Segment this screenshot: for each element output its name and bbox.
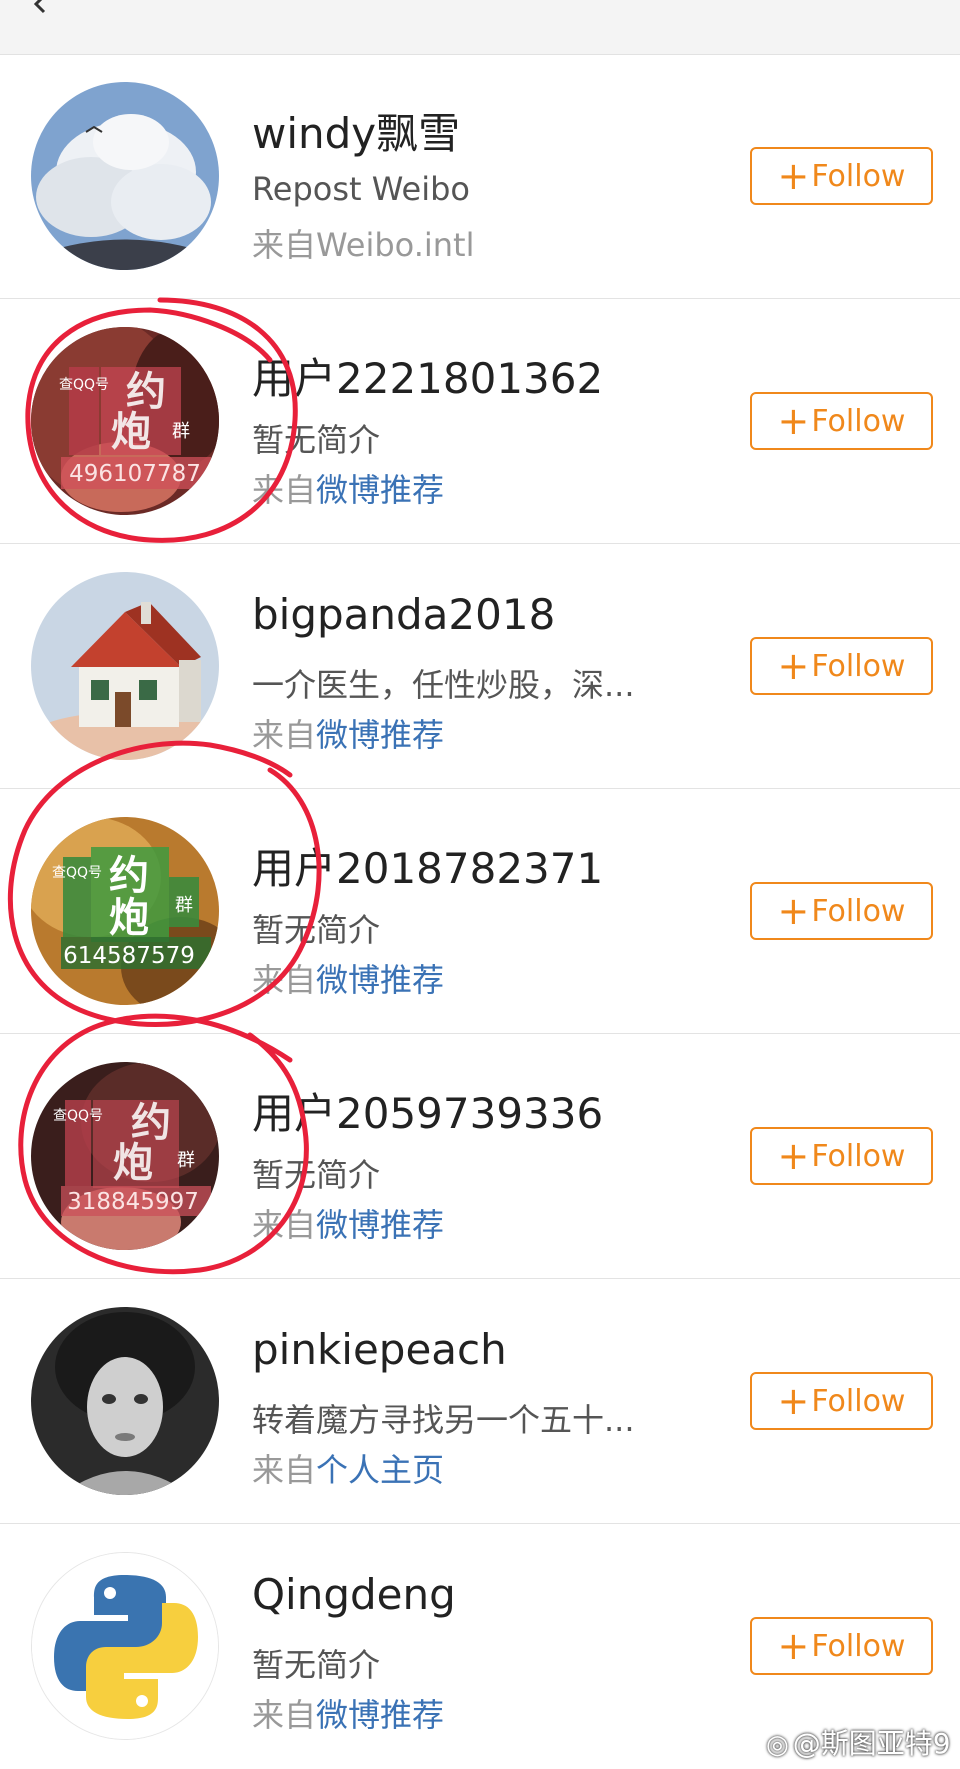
avatar-number: 496107787 xyxy=(69,461,201,487)
avatar-text-3: 群 xyxy=(177,1150,195,1171)
source-link[interactable]: 微博推荐 xyxy=(316,471,444,509)
user-bio: 暂无简介 xyxy=(252,1156,381,1194)
user-name[interactable]: 用户2221801362 xyxy=(252,345,603,406)
plus-icon: + xyxy=(777,154,810,198)
avatar[interactable] xyxy=(31,1552,219,1740)
user-name[interactable]: pinkiepeach xyxy=(252,1325,507,1374)
follow-label: Follow xyxy=(811,1383,906,1419)
source-link[interactable]: 个人主页 xyxy=(316,1451,444,1489)
user-bio: 暂无简介 xyxy=(252,421,381,459)
avatar[interactable]: 查QQ号 约 炮 群 496107787 xyxy=(31,327,219,515)
plus-icon: + xyxy=(777,399,810,443)
watermark: ◎ @斯图亚特9 xyxy=(766,1722,951,1762)
follow-button[interactable]: + Follow xyxy=(750,637,933,695)
list-item[interactable]: windy飘雪 Repost Weibo 来自Weibo.intl + Follo… xyxy=(0,54,960,299)
follow-label: Follow xyxy=(811,403,906,439)
source-prefix: 来自 xyxy=(252,1451,317,1489)
follow-label: Follow xyxy=(811,1138,906,1174)
user-source: 来自微博推荐 xyxy=(252,955,444,1001)
weibo-logo-icon: ◎ xyxy=(766,1730,789,1760)
follow-label: Follow xyxy=(811,648,906,684)
user-bio: Repost Weibo xyxy=(252,170,470,208)
follow-button[interactable]: + Follow xyxy=(750,1372,933,1430)
list-item[interactable]: pinkiepeach 转着魔方寻找另一个五十... 来自个人主页 + Follo… xyxy=(0,1279,960,1524)
source-link[interactable]: 微博推荐 xyxy=(316,716,444,754)
list-item[interactable]: bigpanda2018 一介医生，任性炒股，深... 来自微博推荐 + Foll… xyxy=(0,544,960,789)
plus-icon: + xyxy=(777,644,810,688)
follow-button[interactable]: + Follow xyxy=(750,392,933,450)
list-item[interactable]: 查QQ号 约 炮 群 496107787 用户2221801362 暂无简介 来… xyxy=(0,299,960,544)
list-item[interactable]: 查QQ号 约 炮 群 318845997 用户2059739336 暂无简介 来… xyxy=(0,1034,960,1279)
avatar[interactable] xyxy=(31,82,219,270)
user-name[interactable]: Qingdeng xyxy=(252,1570,456,1619)
follow-button[interactable]: + Follow xyxy=(750,1127,933,1185)
source-prefix: 来自 xyxy=(252,226,317,264)
source-link[interactable]: 微博推荐 xyxy=(316,1696,444,1734)
user-bio: 暂无简介 xyxy=(252,911,381,949)
list-item[interactable]: 查QQ号 约 炮 群 614587579 用户2018782371 暂无简介 来… xyxy=(0,789,960,1034)
user-source: 来自微博推荐 xyxy=(252,465,444,511)
user-source: 来自微博推荐 xyxy=(252,1200,444,1246)
avatar-text-3: 群 xyxy=(172,421,190,442)
plus-icon: + xyxy=(777,889,810,933)
user-source: 来自微博推荐 xyxy=(252,710,444,756)
user-source: 来自Weibo.intl xyxy=(252,220,474,266)
python-logo-icon xyxy=(32,1553,218,1739)
user-name[interactable]: bigpanda2018 xyxy=(252,590,555,639)
source-prefix: 来自 xyxy=(252,961,317,999)
top-navigation-bar xyxy=(0,0,960,55)
source-link[interactable]: 微博推荐 xyxy=(316,961,444,999)
source-prefix: 来自 xyxy=(252,471,317,509)
follow-button[interactable]: + Follow xyxy=(750,882,933,940)
user-bio: 转着魔方寻找另一个五十... xyxy=(252,1401,635,1439)
avatar[interactable]: 查QQ号 约 炮 群 318845997 xyxy=(31,1062,219,1250)
plus-icon: + xyxy=(777,1379,810,1423)
follow-button[interactable]: + Follow xyxy=(750,1617,933,1675)
user-name[interactable]: windy飘雪 xyxy=(252,100,460,161)
source-link: Weibo.intl xyxy=(316,226,475,264)
user-bio: 一介医生，任性炒股，深... xyxy=(252,666,635,704)
source-prefix: 来自 xyxy=(252,716,317,754)
follow-label: Follow xyxy=(811,893,906,929)
back-chevron-icon[interactable] xyxy=(30,0,50,14)
avatar-text-3: 群 xyxy=(175,895,193,916)
avatar[interactable] xyxy=(31,1307,219,1495)
avatar-text-1: 约 xyxy=(109,853,149,899)
avatar-text-2: 炮 xyxy=(113,1140,153,1186)
plus-icon: + xyxy=(777,1624,810,1668)
watermark-text: @斯图亚特9 xyxy=(792,1727,951,1760)
user-source: 来自微博推荐 xyxy=(252,1690,444,1736)
avatar-text-2: 炮 xyxy=(111,409,151,455)
user-name[interactable]: 用户2059739336 xyxy=(252,1080,603,1141)
avatar-side-text: 查QQ号 xyxy=(53,1108,103,1124)
avatar-side-text: 查QQ号 xyxy=(59,377,109,393)
user-name[interactable]: 用户2018782371 xyxy=(252,835,603,896)
source-prefix: 来自 xyxy=(252,1696,317,1734)
user-bio: 暂无简介 xyxy=(252,1646,381,1684)
plus-icon: + xyxy=(777,1134,810,1178)
source-link[interactable]: 微博推荐 xyxy=(316,1206,444,1244)
avatar[interactable] xyxy=(31,572,219,760)
avatar-text-2: 炮 xyxy=(109,895,149,941)
avatar-number: 614587579 xyxy=(63,943,195,969)
avatar-number: 318845997 xyxy=(67,1189,199,1215)
user-list: windy飘雪 Repost Weibo 来自Weibo.intl + Follo… xyxy=(0,54,960,1769)
avatar-side-text: 查QQ号 xyxy=(52,865,102,881)
source-prefix: 来自 xyxy=(252,1206,317,1244)
follow-label: Follow xyxy=(811,158,906,194)
follow-button[interactable]: + Follow xyxy=(750,147,933,205)
follow-label: Follow xyxy=(811,1628,906,1664)
avatar[interactable]: 查QQ号 约 炮 群 614587579 xyxy=(31,817,219,1005)
user-source: 来自个人主页 xyxy=(252,1445,444,1491)
